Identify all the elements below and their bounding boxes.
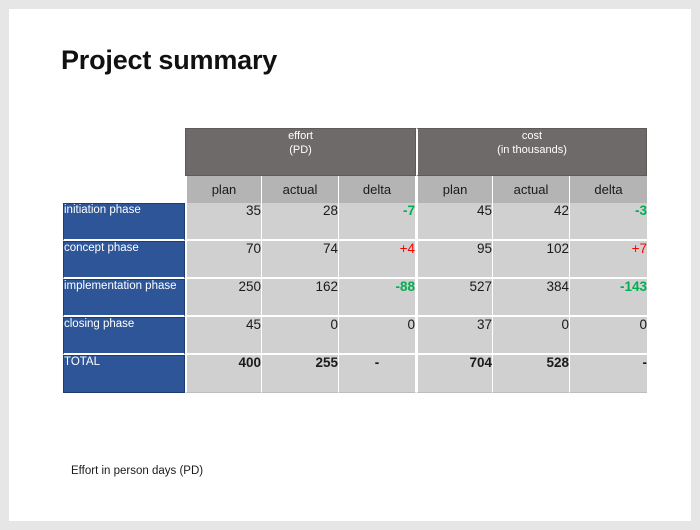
cell-concept-cost-actual: 102 bbox=[493, 241, 571, 279]
cell-closing-cost-delta: 0 bbox=[570, 317, 648, 355]
cell-closing-cost-actual: 0 bbox=[493, 317, 571, 355]
subheader-spacer bbox=[63, 176, 185, 203]
cell-concept-cost-plan: 95 bbox=[416, 241, 494, 279]
group-header-cost: cost (in thousands) bbox=[416, 128, 648, 176]
table-group-header-row: effort (PD) cost (in thousands) bbox=[63, 128, 648, 176]
column-header-effort-actual: actual bbox=[262, 176, 339, 203]
table-row: closing phase 45 0 0 37 0 0 bbox=[63, 317, 648, 355]
cell-closing-effort-plan: 45 bbox=[185, 317, 262, 355]
column-header-effort-delta: delta bbox=[339, 176, 417, 203]
cell-implementation-effort-plan: 250 bbox=[185, 279, 262, 317]
table-row: initiation phase 35 28 -7 45 42 -3 bbox=[63, 203, 648, 241]
table-row: implementation phase 250 162 -88 527 384… bbox=[63, 279, 648, 317]
page-title: Project summary bbox=[61, 45, 278, 75]
cell-initiation-effort-delta: -7 bbox=[339, 203, 417, 241]
corner-spacer bbox=[63, 128, 185, 176]
group-header-effort: effort (PD) bbox=[185, 128, 417, 176]
column-header-cost-plan: plan bbox=[416, 176, 494, 203]
row-label-initiation-phase: initiation phase bbox=[63, 203, 185, 241]
cell-initiation-cost-actual: 42 bbox=[493, 203, 571, 241]
row-label-total: TOTAL bbox=[63, 355, 185, 393]
cell-implementation-effort-delta: -88 bbox=[339, 279, 417, 317]
cell-total-cost-delta: - bbox=[570, 355, 648, 393]
cell-closing-effort-delta: 0 bbox=[339, 317, 417, 355]
cell-concept-effort-delta: +4 bbox=[339, 241, 417, 279]
cell-closing-cost-plan: 37 bbox=[416, 317, 494, 355]
cell-initiation-effort-actual: 28 bbox=[262, 203, 339, 241]
column-header-cost-actual: actual bbox=[493, 176, 571, 203]
cell-initiation-effort-plan: 35 bbox=[185, 203, 262, 241]
group-header-effort-unit: (PD) bbox=[289, 144, 312, 156]
slide-canvas: Project summary effort (PD) cost (in tho… bbox=[9, 9, 691, 521]
row-label-closing-phase: closing phase bbox=[63, 317, 185, 355]
cell-implementation-cost-actual: 384 bbox=[493, 279, 571, 317]
row-label-implementation-phase: implementation phase bbox=[63, 279, 185, 317]
cell-concept-cost-delta: +7 bbox=[570, 241, 648, 279]
cell-concept-effort-plan: 70 bbox=[185, 241, 262, 279]
cell-initiation-cost-plan: 45 bbox=[416, 203, 494, 241]
slide-frame: Project summary effort (PD) cost (in tho… bbox=[0, 0, 700, 530]
group-header-effort-name: effort bbox=[288, 130, 313, 142]
cell-initiation-cost-delta: -3 bbox=[570, 203, 648, 241]
cell-total-effort-actual: 255 bbox=[262, 355, 339, 393]
group-header-cost-name: cost bbox=[521, 130, 543, 142]
cell-total-cost-plan: 704 bbox=[416, 355, 494, 393]
cell-total-effort-plan: 400 bbox=[185, 355, 262, 393]
cell-implementation-cost-delta: -143 bbox=[570, 279, 648, 317]
cell-implementation-effort-actual: 162 bbox=[262, 279, 339, 317]
column-header-effort-plan: plan bbox=[185, 176, 262, 203]
footnote: Effort in person days (PD) bbox=[71, 465, 204, 477]
table-subheader-row: plan actual delta plan actual delta bbox=[63, 176, 648, 203]
column-header-cost-delta: delta bbox=[570, 176, 648, 203]
cell-total-cost-actual: 528 bbox=[493, 355, 571, 393]
cell-concept-effort-actual: 74 bbox=[262, 241, 339, 279]
row-label-concept-phase: concept phase bbox=[63, 241, 185, 279]
table-row-total: TOTAL 400 255 - 704 528 - bbox=[63, 355, 648, 393]
project-summary-table: effort (PD) cost (in thousands) plan act… bbox=[63, 128, 648, 393]
group-header-cost-unit: (in thousands) bbox=[497, 144, 567, 156]
table-row: concept phase 70 74 +4 95 102 +7 bbox=[63, 241, 648, 279]
cell-implementation-cost-plan: 527 bbox=[416, 279, 494, 317]
cell-closing-effort-actual: 0 bbox=[262, 317, 339, 355]
cell-total-effort-delta: - bbox=[339, 355, 417, 393]
